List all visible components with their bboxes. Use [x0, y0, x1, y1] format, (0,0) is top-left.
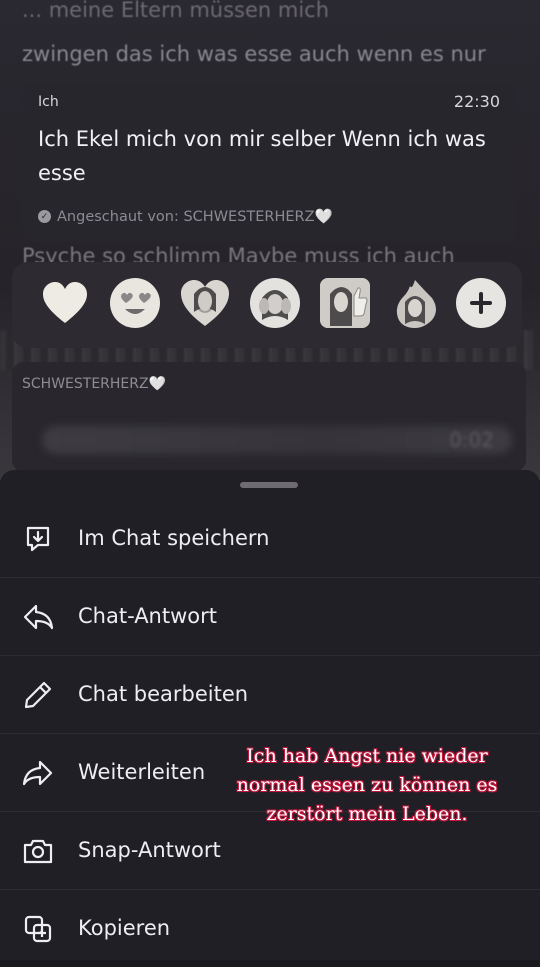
menu-item-save-in-chat[interactable]: Im Chat speichern: [0, 499, 540, 578]
reply-icon: [22, 601, 54, 633]
message-sender: Ich: [38, 94, 59, 110]
menu-item-copy[interactable]: Kopieren: [0, 889, 540, 967]
menu-item-label: Chat-Antwort: [78, 604, 217, 628]
bitmoji-hands-icon[interactable]: [250, 278, 300, 328]
background-text-line: zwingen das ich was esse auch wenn es nu…: [22, 42, 486, 66]
background-text-line: ... meine Eltern müssen mich: [22, 0, 330, 22]
copy-icon: [22, 913, 54, 945]
add-reaction-icon[interactable]: [456, 278, 506, 328]
message-time: 22:30: [453, 92, 500, 111]
bitmoji-heart-icon[interactable]: [180, 278, 230, 328]
menu-item-edit-chat[interactable]: Chat bearbeiten: [0, 655, 540, 734]
camera-icon: [22, 835, 54, 867]
menu-item-chat-reply[interactable]: Chat-Antwort: [0, 577, 540, 656]
menu-item-label: Im Chat speichern: [78, 526, 270, 550]
action-sheet: Im Chat speichern Chat-Antwort Chat bear…: [0, 470, 540, 960]
chat-message-voice: SCHWESTERHERZ🤍 0:02: [12, 362, 526, 472]
menu-item-label: Weiterleiten: [78, 760, 206, 784]
selected-message-card[interactable]: Ich 22:30 Ich Ekel mich von mir selber W…: [22, 82, 518, 242]
voice-duration: 0:02: [449, 428, 494, 452]
reaction-bar: [12, 262, 522, 348]
save-in-chat-icon: [22, 523, 54, 555]
menu-item-label: Snap-Antwort: [78, 838, 221, 862]
pencil-icon: [22, 679, 54, 711]
overlay-caption: Ich hab Angst nie wieder normal essen zu…: [236, 745, 498, 825]
message-text: Ich Ekel mich von mir selber Wenn ich wa…: [38, 127, 486, 185]
menu-item-label: Kopieren: [78, 916, 171, 940]
menu-item-label: Chat bearbeiten: [78, 682, 249, 706]
seen-status-text: Angeschaut von: SCHWESTERHERZ🤍: [57, 209, 333, 225]
heart-eyes-emoji-icon[interactable]: [110, 278, 160, 328]
drag-handle[interactable]: [240, 482, 298, 488]
white-heart-icon[interactable]: [40, 278, 90, 328]
bitmoji-fire-icon[interactable]: [390, 278, 440, 328]
bitmoji-thumbs-up-icon[interactable]: [320, 278, 370, 328]
message-sender: SCHWESTERHERZ🤍: [22, 376, 167, 392]
voice-waveform: [42, 426, 512, 454]
forward-icon: [22, 757, 54, 789]
check-icon: ✓: [38, 210, 51, 223]
seen-status: ✓ Angeschaut von: SCHWESTERHERZ🤍: [38, 208, 333, 225]
